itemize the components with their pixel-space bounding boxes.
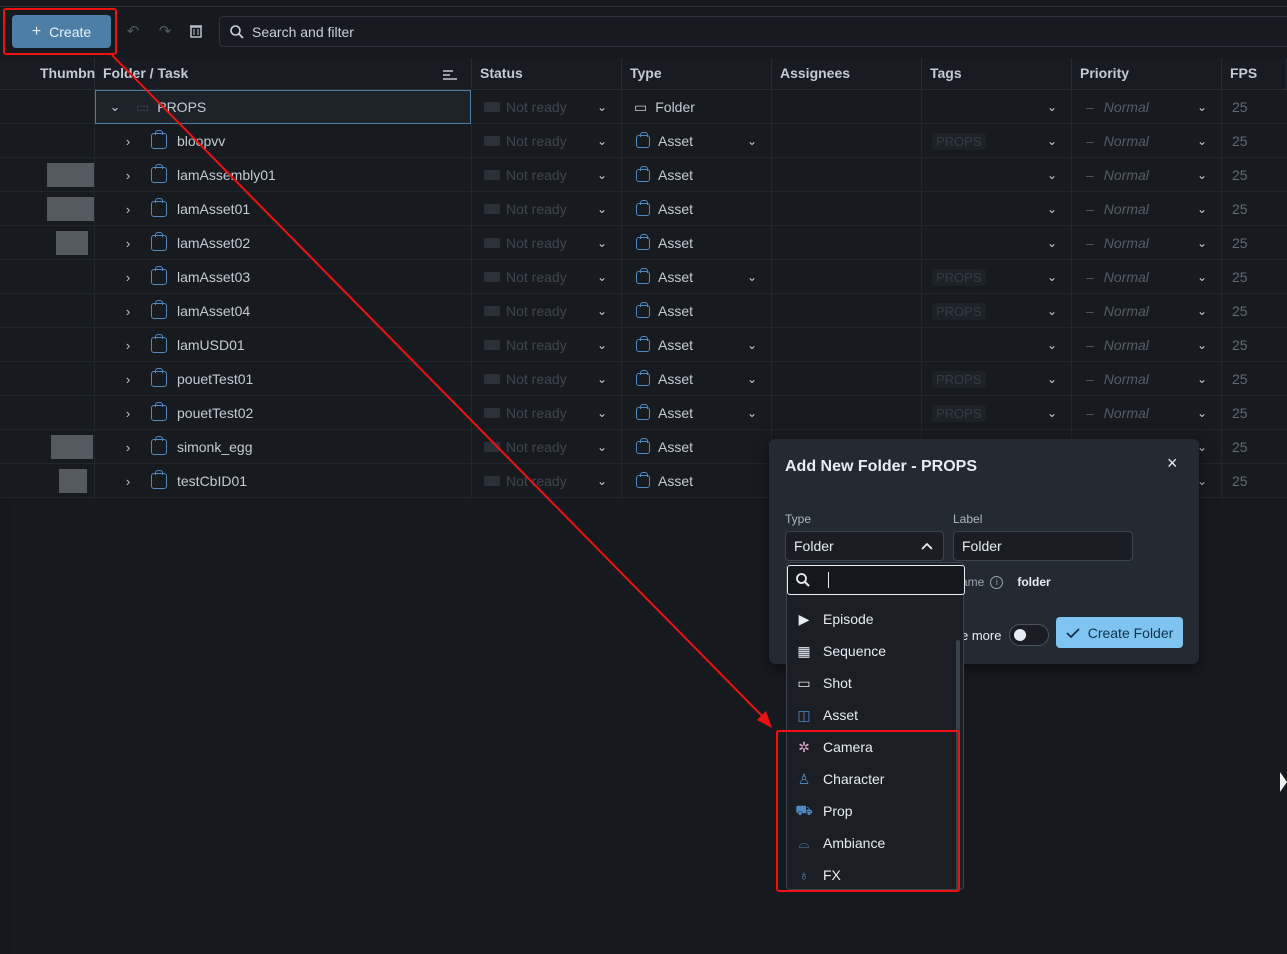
app-root: + Create ↶ ↷ Search and filter Thumbn Fo…: [0, 0, 1287, 954]
mouse-cursor-icon: [1280, 772, 1287, 792]
annotation-arrow: [111, 54, 772, 728]
